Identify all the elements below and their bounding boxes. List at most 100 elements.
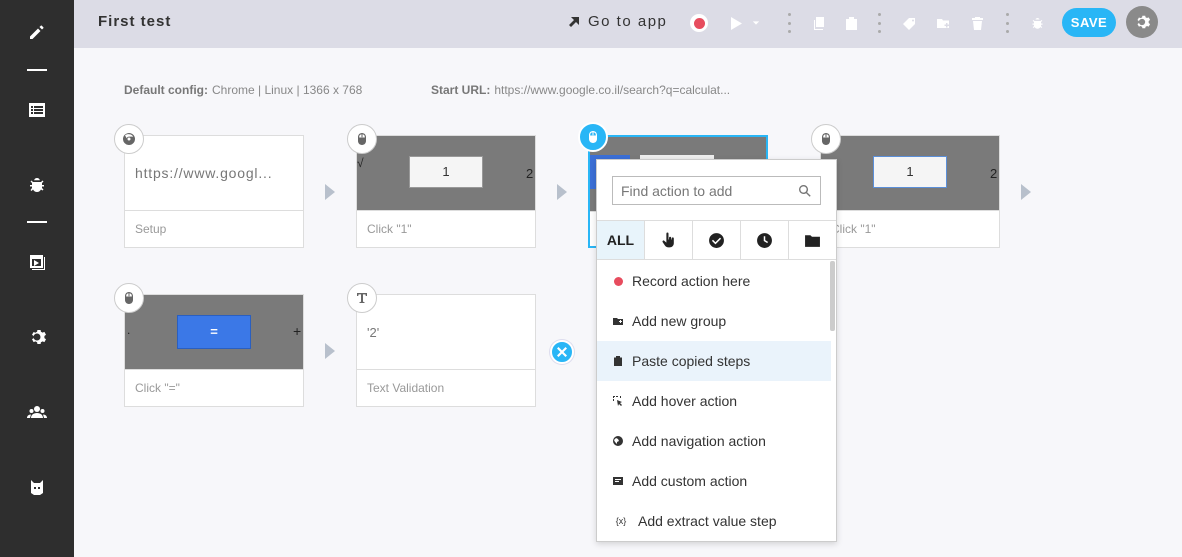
folder-icon [805, 234, 820, 247]
menu-item-navigation-action[interactable]: Add navigation action [597, 421, 831, 461]
settings-icon[interactable] [26, 326, 48, 348]
step-arrow [557, 184, 567, 200]
filter-validation[interactable] [693, 221, 741, 259]
thumb-two-fragment: 2 [990, 166, 998, 181]
menu-item-record-action[interactable]: Record action here [597, 261, 831, 301]
clipboard-icon[interactable] [842, 14, 860, 32]
step-caption: Click "=" [135, 381, 180, 395]
save-button[interactable]: SAVE [1062, 8, 1116, 37]
mouse-icon [578, 122, 608, 152]
add-folder-icon[interactable] [934, 14, 952, 32]
users-icon[interactable] [26, 401, 48, 423]
default-config-value: Chrome | Linux | 1366 x 768 [212, 83, 363, 97]
mouse-icon [347, 124, 377, 154]
thumb-plus-fragment: + [293, 323, 302, 339]
step-thumbnail: 1 2 [821, 136, 999, 211]
action-list: Record action here Add new group Paste c… [597, 261, 831, 541]
filter-folder[interactable] [789, 221, 836, 259]
thumb-dot-fragment: . [127, 323, 131, 337]
step-card-click-1[interactable]: √ 1 2 Click "1" [356, 135, 536, 248]
menu-item-label: Add new group [632, 313, 727, 329]
step-thumbnail: https://www.googl... [125, 136, 303, 211]
thumb-sqrt-fragment: √ [357, 156, 364, 170]
menu-scrollbar[interactable] [830, 261, 835, 331]
menu-item-label: Add navigation action [632, 433, 766, 449]
sidebar [0, 0, 74, 557]
thumb-key: 1 [409, 156, 483, 188]
trash-icon[interactable] [968, 14, 986, 32]
text-icon [347, 283, 377, 313]
step-url-text: https://www.googl... [135, 165, 273, 181]
filter-all[interactable]: ALL [597, 221, 645, 259]
step-card-click-equals[interactable]: . = + Click "=" [124, 294, 304, 407]
menu-item-label: Add custom action [632, 473, 748, 489]
menu-item-label: Add hover action [632, 393, 738, 409]
gear-icon [1137, 15, 1151, 29]
menu-item-label: Paste copied steps [632, 353, 751, 369]
step-card-text-validation[interactable]: '2' Text Validation [356, 294, 536, 407]
menu-item-hover-action[interactable]: Add hover action [597, 381, 831, 421]
record-button[interactable] [690, 14, 708, 32]
search-icon [799, 184, 811, 197]
step-caption: Click "1" [367, 222, 412, 236]
action-search-input[interactable] [621, 182, 798, 199]
toolbar-separator [877, 13, 881, 33]
start-url-value: https://www.google.co.il/search?q=calcul… [494, 83, 731, 97]
chevron-down-icon[interactable] [751, 14, 761, 32]
play-window-icon[interactable] [26, 251, 48, 273]
globe-icon [612, 435, 624, 447]
step-caption: Text Validation [367, 381, 445, 395]
step-thumbnail: √ 1 2 [357, 136, 535, 211]
thumb-key: = [177, 315, 251, 349]
toolbar-separator [787, 13, 791, 33]
group-icon [612, 315, 624, 327]
hand-pointer-icon [662, 232, 674, 247]
step-thumbnail: . = + [125, 295, 303, 370]
action-filter-tabs: ALL [597, 220, 836, 260]
step-card-click-1[interactable]: 1 2 Click "1" [820, 135, 1000, 248]
menu-item-custom-action[interactable]: Add custom action [597, 461, 831, 501]
copy-icon[interactable] [810, 14, 828, 32]
go-to-app-label: Go to app [588, 13, 668, 30]
pencil-icon[interactable] [26, 21, 48, 43]
add-action-menu: ALL Record action here Add new group Pas… [596, 159, 837, 542]
menu-item-extract-value[interactable]: {x} Add extract value step [597, 501, 831, 541]
filter-interaction[interactable] [645, 221, 693, 259]
menu-item-add-group[interactable]: Add new group [597, 301, 831, 341]
default-config: Default config: Chrome | Linux | 1366 x 7… [124, 83, 362, 97]
play-icon[interactable] [726, 14, 744, 32]
bug-icon[interactable] [26, 174, 48, 196]
bug-icon[interactable] [1028, 14, 1046, 32]
validation-value: '2' [367, 325, 380, 340]
arrow-up-right-icon [569, 16, 579, 27]
clock-icon [757, 232, 772, 248]
start-url: Start URL: https://www.google.co.il/searc… [431, 83, 730, 97]
filter-wait[interactable] [741, 221, 789, 259]
test-title[interactable]: First test [98, 13, 171, 30]
toolbar-separator [1005, 13, 1009, 33]
thumb-two-fragment: 2 [526, 166, 534, 181]
chrome-icon [114, 124, 144, 154]
action-search-box[interactable] [612, 176, 821, 205]
sidebar-divider [27, 221, 47, 223]
close-menu-button[interactable] [550, 340, 574, 364]
thumb-key: 1 [873, 156, 947, 188]
menu-item-paste-steps[interactable]: Paste copied steps [597, 341, 831, 381]
menu-item-label: Add extract value step [638, 513, 777, 529]
tag-icon[interactable] [900, 14, 918, 32]
menu-item-label: Record action here [632, 273, 751, 289]
check-circle-icon [709, 232, 724, 248]
mascot-icon[interactable] [26, 476, 48, 498]
step-caption: Setup [135, 222, 167, 236]
step-arrow [1021, 184, 1031, 200]
close-icon [557, 347, 567, 357]
clipboard-icon [612, 355, 624, 367]
step-arrow [325, 343, 335, 359]
step-thumbnail: '2' [357, 295, 535, 370]
settings-button[interactable] [1126, 6, 1158, 38]
step-card-setup[interactable]: https://www.googl... Setup [124, 135, 304, 248]
mouse-icon [811, 124, 841, 154]
go-to-app-link[interactable]: Go to app [568, 13, 667, 30]
list-icon[interactable] [26, 99, 48, 121]
step-arrow [325, 184, 335, 200]
